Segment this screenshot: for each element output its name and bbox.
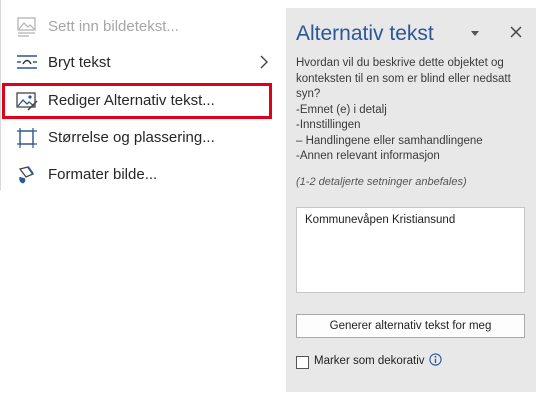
description-line: -Innstillingen (296, 119, 361, 131)
edit-alt-text-icon (16, 91, 38, 111)
description-line: -Annen relevant informasjon (296, 150, 440, 162)
menu-item-label: Størrelse og plassering... (48, 129, 215, 146)
size-position-icon (16, 128, 38, 148)
decorative-checkbox[interactable] (296, 356, 309, 369)
recommendation-hint: (1-2 detaljerte setninger anbefales) (296, 176, 467, 188)
insert-caption-icon (16, 17, 38, 37)
menu-item-label: Bryt tekst (48, 54, 111, 71)
description-line: konteksten til en som er blind eller ned… (296, 72, 511, 85)
menu-item-label: Rediger Alternativ tekst... (48, 92, 215, 109)
menu-item-label: Sett inn bildetekst... (48, 18, 179, 35)
description-line: Hvordan vil du beskrive dette objektet o… (296, 57, 504, 69)
pane-description: Hvordan vil du beskrive dette objektet o… (296, 56, 528, 165)
alt-text-pane: Alternativ tekst Hvordan vil du beskrive… (286, 8, 536, 392)
description-line: syn? (296, 88, 321, 100)
menu-item-edit-alt-text[interactable]: Rediger Alternativ tekst... (0, 83, 276, 119)
chevron-right-icon (258, 54, 270, 70)
description-line: – Handlingene eller samhandlingene (296, 134, 483, 147)
decorative-label: Marker som dekorativ (314, 355, 425, 367)
chevron-down-icon[interactable] (468, 26, 482, 38)
pane-title: Alternativ tekst (296, 22, 434, 45)
info-icon[interactable] (429, 353, 442, 366)
close-icon[interactable] (508, 24, 524, 40)
wrap-text-icon (16, 53, 38, 73)
menu-item-format-picture[interactable]: Formater bilde... (0, 157, 276, 193)
context-menu: Sett inn bildetekst... Bryt tekst Redige… (0, 0, 284, 407)
generate-alt-text-button[interactable]: Generer alternativ tekst for meg (296, 314, 525, 338)
menu-item-label: Formater bilde... (48, 166, 158, 183)
menu-item-insert-caption: Sett inn bildetekst... (0, 9, 276, 45)
menu-item-size-position[interactable]: Størrelse og plassering... (0, 120, 276, 156)
menu-item-wrap-text[interactable]: Bryt tekst (0, 45, 276, 81)
alt-text-input[interactable]: Kommunevåpen Kristiansund (296, 207, 525, 293)
description-line: -Emnet (e) i detalj (296, 103, 387, 116)
format-picture-icon (16, 165, 38, 185)
